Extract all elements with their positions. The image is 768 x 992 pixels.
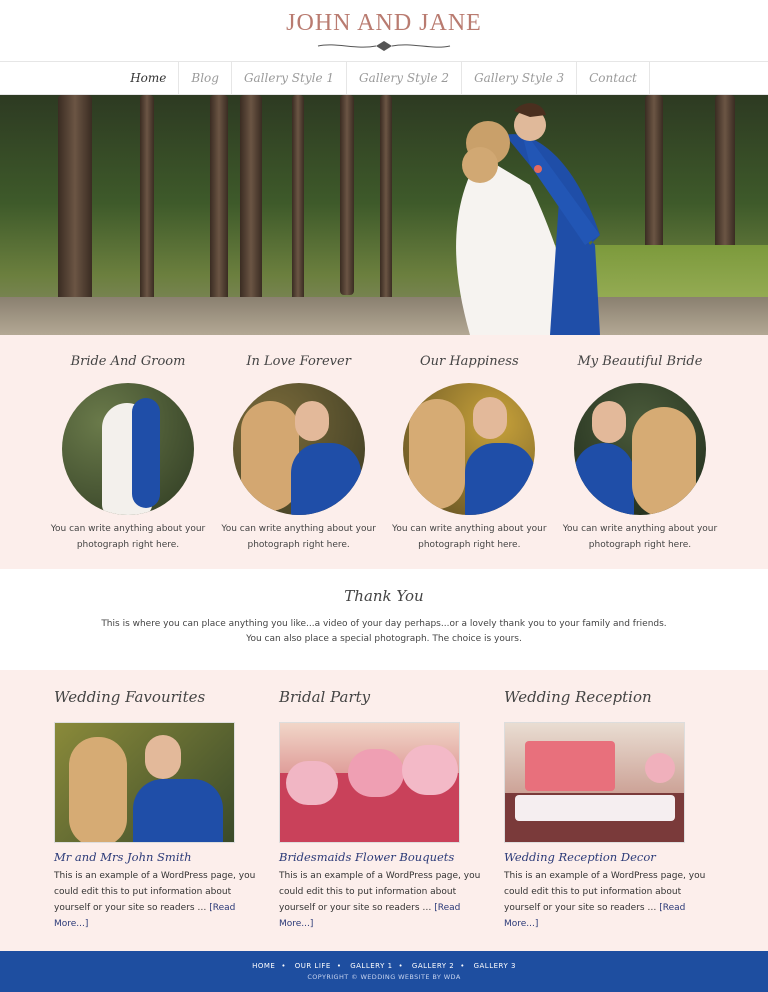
feature-subtitle-link[interactable]: Wedding Reception Decor: [504, 850, 685, 864]
photo-title: In Love Forever: [246, 354, 351, 369]
nav-item-gallery-style-1[interactable]: Gallery Style 1: [232, 62, 347, 94]
photo-title: Bride And Groom: [70, 354, 186, 369]
feature-title: Wedding Favourites: [54, 688, 206, 706]
feature-row: Wedding Favourites Mr and Mrs John Smith…: [0, 670, 768, 951]
nav-item-blog[interactable]: Blog: [179, 62, 232, 94]
nav-item-gallery-style-3[interactable]: Gallery Style 3: [462, 62, 578, 94]
photo-card: In Love Forever You can write anything a…: [215, 353, 383, 569]
couple-figure-icon: [456, 103, 600, 335]
feature-title: Wedding Reception: [504, 688, 652, 706]
photo-card: Our Happiness You can write anything abo…: [385, 353, 553, 569]
thank-you-title: Thank You: [344, 587, 424, 605]
feature-card: Wedding Favourites Mr and Mrs John Smith…: [54, 688, 255, 951]
photo-title: My Beautiful Bride: [577, 354, 703, 369]
footer-copyright: COPYRIGHT © WEDDING WEBSITE BY WDA: [307, 973, 461, 981]
thank-you-text: This is where you can place anything you…: [101, 619, 667, 629]
footer-link-gallery-3[interactable]: GALLERY 3: [474, 962, 516, 970]
photo-circle-bride-and-groom[interactable]: [62, 383, 194, 515]
feature-title: Bridal Party: [279, 688, 371, 706]
feature-card: Wedding Reception Wedding Reception Deco…: [504, 688, 705, 951]
photo-caption: You can write anything about your: [50, 524, 206, 534]
feature-card: Bridal Party Bridesmaids Flower Bouquets…: [279, 688, 480, 951]
photo-caption: photograph right here.: [418, 540, 521, 550]
photo-circle-in-love-forever[interactable]: [232, 383, 365, 515]
feature-text: This is an example of a WordPress page, …: [54, 868, 258, 932]
footer-link-gallery-2[interactable]: GALLERY 2: [412, 962, 454, 970]
feature-image-wedding-reception[interactable]: [504, 722, 685, 843]
main-nav: Home Blog Gallery Style 1 Gallery Style …: [0, 61, 768, 95]
site-header: John and Jane: [0, 0, 768, 61]
footer-link-gallery-1[interactable]: GALLERY 1: [350, 962, 392, 970]
photo-circle-our-happiness[interactable]: [403, 383, 536, 515]
photo-circle-my-beautiful-bride[interactable]: [573, 383, 706, 515]
feature-text: This is an example of a WordPress page, …: [504, 868, 708, 932]
thank-you-section: Thank You This is where you can place an…: [0, 569, 768, 670]
flourish-ornament-icon: [317, 41, 451, 51]
photo-row: Bride And Groom You can write anything a…: [0, 335, 768, 569]
footer-link-our-life[interactable]: OUR LIFE: [295, 962, 331, 970]
feature-image-wedding-favourites[interactable]: [54, 722, 235, 843]
hero-image: [0, 95, 768, 335]
feature-subtitle-link[interactable]: Mr and Mrs John Smith: [54, 850, 235, 864]
site-footer: HOME • OUR LIFE • GALLERY 1 • GALLERY 2 • GA…: [0, 951, 768, 992]
photo-caption: You can write anything about your: [562, 524, 718, 534]
site-title[interactable]: John and Jane: [0, 0, 768, 37]
nav-item-home[interactable]: Home: [118, 62, 180, 94]
photo-caption: photograph right here.: [76, 540, 180, 550]
footer-nav: HOME • OUR LIFE • GALLERY 1 • GALLERY 2 • GA…: [252, 962, 516, 970]
feature-subtitle-link[interactable]: Bridesmaids Flower Bouquets: [279, 850, 460, 864]
photo-caption: photograph right here.: [247, 540, 350, 550]
feature-text: This is an example of a WordPress page, …: [279, 868, 483, 932]
photo-card: My Beautiful Bride You can write anythin…: [556, 353, 724, 569]
photo-title: Our Happiness: [419, 354, 519, 369]
feature-image-bridal-party[interactable]: [279, 722, 460, 843]
photo-card: Bride And Groom You can write anything a…: [44, 353, 212, 569]
photo-caption: You can write anything about your: [392, 524, 547, 534]
photo-caption: You can write anything about your: [221, 524, 376, 534]
photo-caption: photograph right here.: [588, 540, 692, 550]
thank-you-text: You can also place a special photograph.…: [246, 634, 522, 644]
footer-link-home[interactable]: HOME: [252, 962, 275, 970]
nav-item-gallery-style-2[interactable]: Gallery Style 2: [347, 62, 463, 94]
nav-item-contact[interactable]: Contact: [577, 62, 650, 94]
